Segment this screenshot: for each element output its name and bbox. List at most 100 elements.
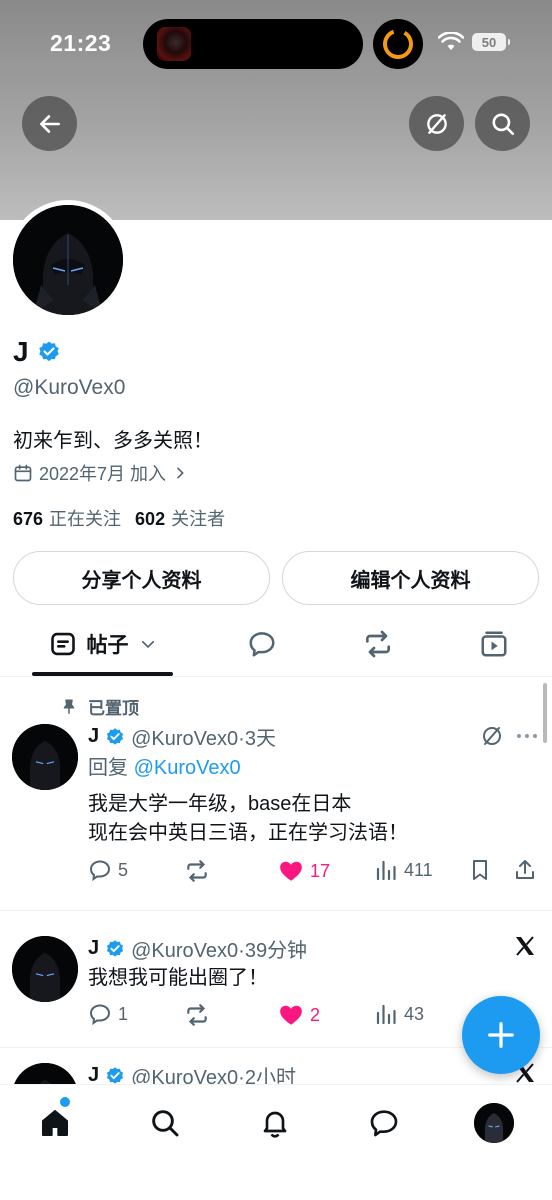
views-icon <box>376 1004 396 1025</box>
nav-notifications[interactable] <box>253 1101 297 1145</box>
following-link[interactable]: 676 正在关注 <box>13 505 121 531</box>
following-count: 676 <box>13 509 44 529</box>
dynamic-island <box>143 19 363 69</box>
bookmark-button[interactable] <box>468 858 492 882</box>
reply-context: 回复 @KuroVex0 <box>88 754 241 783</box>
reply-bubble-icon <box>249 632 275 657</box>
reply-handle-link[interactable]: @KuroVex0 <box>134 757 241 779</box>
followers-label: 关注者 <box>171 509 226 529</box>
like-button[interactable]: 2 <box>278 1002 320 1028</box>
avatar-image <box>13 205 123 315</box>
pinned-indicator: 已置顶 <box>60 694 139 719</box>
post-meta: @KuroVex0·3天 <box>131 728 276 750</box>
post-meta: @KuroVex0·39分钟 <box>131 940 308 962</box>
profile-name-row: J <box>13 336 61 368</box>
back-arrow-icon <box>39 114 60 133</box>
post-text-line: 现在会中英日三语，正在学习法语！ <box>88 822 408 844</box>
back-button[interactable] <box>22 96 77 151</box>
reply-icon <box>89 1004 111 1026</box>
joined-date[interactable]: 2022年7月 加入 <box>13 460 188 486</box>
bookmark-icon <box>473 860 487 880</box>
share-profile-button[interactable]: 分享个人资料 <box>13 551 270 605</box>
grok-button[interactable] <box>409 96 464 151</box>
reply-icon <box>89 860 111 882</box>
activity-ring <box>373 19 423 69</box>
pin-icon <box>63 699 75 714</box>
profile-avatar[interactable] <box>8 200 128 320</box>
now-playing-thumbnail <box>157 27 191 61</box>
followers-count: 602 <box>135 509 166 529</box>
views-button[interactable]: 43 <box>374 1002 424 1026</box>
pinned-label: 已置顶 <box>88 699 139 718</box>
tab-media[interactable] <box>470 612 518 676</box>
calendar-icon <box>14 464 32 482</box>
grok-icon <box>426 113 447 134</box>
profile-tabs: 帖子 <box>0 612 552 677</box>
share-button[interactable] <box>513 858 537 882</box>
search-button[interactable] <box>475 96 530 151</box>
like-button[interactable]: 17 <box>278 858 330 884</box>
post-author-name[interactable]: J <box>88 937 99 960</box>
repost-button[interactable] <box>184 858 210 884</box>
repost-icon <box>187 860 207 882</box>
reply-prefix: 回复 <box>88 757 128 779</box>
reply-button[interactable]: 5 <box>88 858 128 882</box>
nav-profile-avatar[interactable] <box>474 1103 514 1143</box>
scrollbar[interactable] <box>543 683 547 743</box>
post-avatar[interactable] <box>12 724 78 790</box>
posts-icon <box>50 632 75 656</box>
post-text-line: 我是大学一年级，base在日本 <box>88 793 352 815</box>
repost-icon <box>366 630 390 658</box>
share-icon <box>516 860 534 879</box>
more-options-icon[interactable] <box>515 726 539 746</box>
nav-home[interactable] <box>33 1101 77 1145</box>
verified-badge-icon <box>107 727 124 745</box>
reply-button[interactable]: 1 <box>88 1002 128 1026</box>
bottom-navigation <box>0 1084 552 1200</box>
following-label: 正在关注 <box>49 509 122 529</box>
post-actions: 5 17 411 <box>88 858 542 888</box>
repost-icon <box>187 1004 207 1026</box>
heart-filled-icon <box>280 1005 302 1025</box>
views-icon <box>376 860 396 881</box>
tab-posts[interactable]: 帖子 <box>32 612 173 676</box>
x-logo-icon <box>516 936 534 956</box>
status-icons: 50 <box>438 32 510 52</box>
profile-bio: 初来乍到、多多关照！ <box>13 430 213 452</box>
search-icon <box>491 112 514 135</box>
post-avatar[interactable] <box>12 936 78 1002</box>
status-time: 21:23 <box>50 30 112 56</box>
messages-icon <box>370 1110 398 1137</box>
profile-handle: @KuroVex0 <box>13 376 126 399</box>
tab-reposts[interactable] <box>354 612 402 676</box>
heart-filled-icon <box>280 861 302 881</box>
active-tab-indicator <box>32 672 173 676</box>
nav-messages[interactable] <box>362 1101 406 1145</box>
battery-indicator: 50 <box>472 33 510 51</box>
post-header: J @KuroVex0·3天 <box>88 722 276 751</box>
home-notification-dot <box>60 1097 70 1107</box>
like-count: 17 <box>310 860 331 881</box>
verified-badge-icon <box>107 1066 124 1084</box>
reply-count: 5 <box>118 859 129 880</box>
repost-button[interactable] <box>184 1002 210 1028</box>
joined-text: 2022年7月 加入 <box>39 464 167 484</box>
nav-search[interactable] <box>143 1101 187 1145</box>
search-icon <box>152 1110 179 1137</box>
post-text: 我想我可能出圈了！ <box>88 967 268 989</box>
wifi-icon <box>438 32 464 50</box>
plus-icon <box>488 1022 514 1048</box>
post-text: 我是大学一年级，base在日本 现在会中英日三语，正在学习法语！ <box>88 790 408 848</box>
followers-link[interactable]: 602 关注者 <box>135 505 225 531</box>
edit-profile-button[interactable]: 编辑个人资料 <box>282 551 539 605</box>
compose-post-button[interactable] <box>462 996 540 1074</box>
view-count: 43 <box>404 1003 425 1024</box>
grok-icon[interactable] <box>480 724 504 748</box>
post-pinned[interactable]: 已置顶 J @KuroVex0·3天 回复 @KuroVex0 我是大学一年级，… <box>0 678 552 911</box>
post-author-name[interactable]: J <box>88 725 99 748</box>
view-count: 411 <box>404 859 433 880</box>
tab-replies[interactable] <box>238 612 286 676</box>
follow-stats: 676 正在关注 602 关注者 <box>13 505 225 531</box>
verified-badge-icon[interactable] <box>37 340 61 364</box>
views-button[interactable]: 411 <box>374 858 433 882</box>
